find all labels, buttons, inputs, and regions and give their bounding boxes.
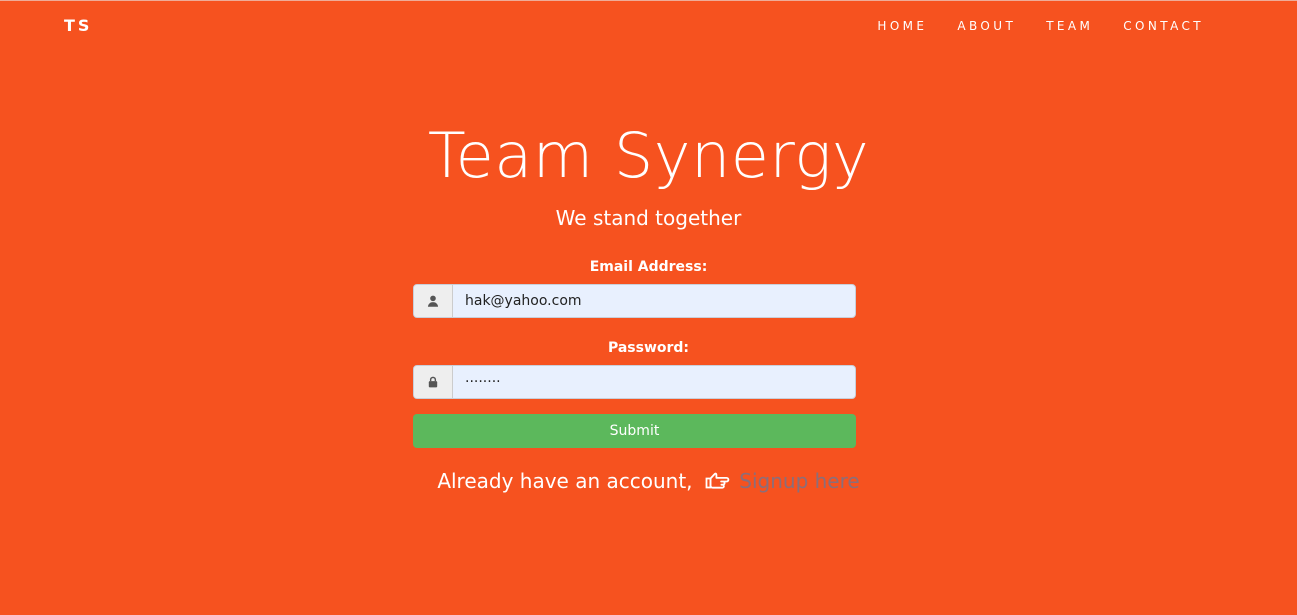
signup-prompt-row: Already have an account, Signup here <box>0 468 1297 494</box>
lock-icon <box>414 366 453 398</box>
nav-home-link[interactable]: HOME <box>877 18 927 34</box>
signup-link[interactable]: Signup here <box>739 469 859 493</box>
email-input-group <box>413 284 856 318</box>
user-icon <box>414 285 453 317</box>
nav-contact-link[interactable]: CONTACT <box>1123 18 1204 34</box>
brand-logo[interactable]: TS <box>64 16 92 36</box>
nav-about-link[interactable]: ABOUT <box>957 18 1016 34</box>
page-title: Team Synergy <box>427 119 870 192</box>
hand-pointing-right-icon <box>705 470 731 490</box>
page-subtitle: We stand together <box>555 206 742 230</box>
password-label: Password: <box>607 340 690 356</box>
nav-links: HOME ABOUT TEAM CONTACT <box>877 18 1204 34</box>
signup-prompt-text: Already have an account, <box>437 469 693 493</box>
submit-button[interactable]: Submit <box>413 414 856 448</box>
password-input-group <box>413 365 856 399</box>
nav-team-link[interactable]: TEAM <box>1046 18 1093 34</box>
email-field[interactable] <box>453 285 855 317</box>
password-field[interactable] <box>453 366 855 398</box>
email-label: Email Address: <box>589 259 708 275</box>
top-navbar: TS HOME ABOUT TEAM CONTACT <box>0 0 1297 52</box>
